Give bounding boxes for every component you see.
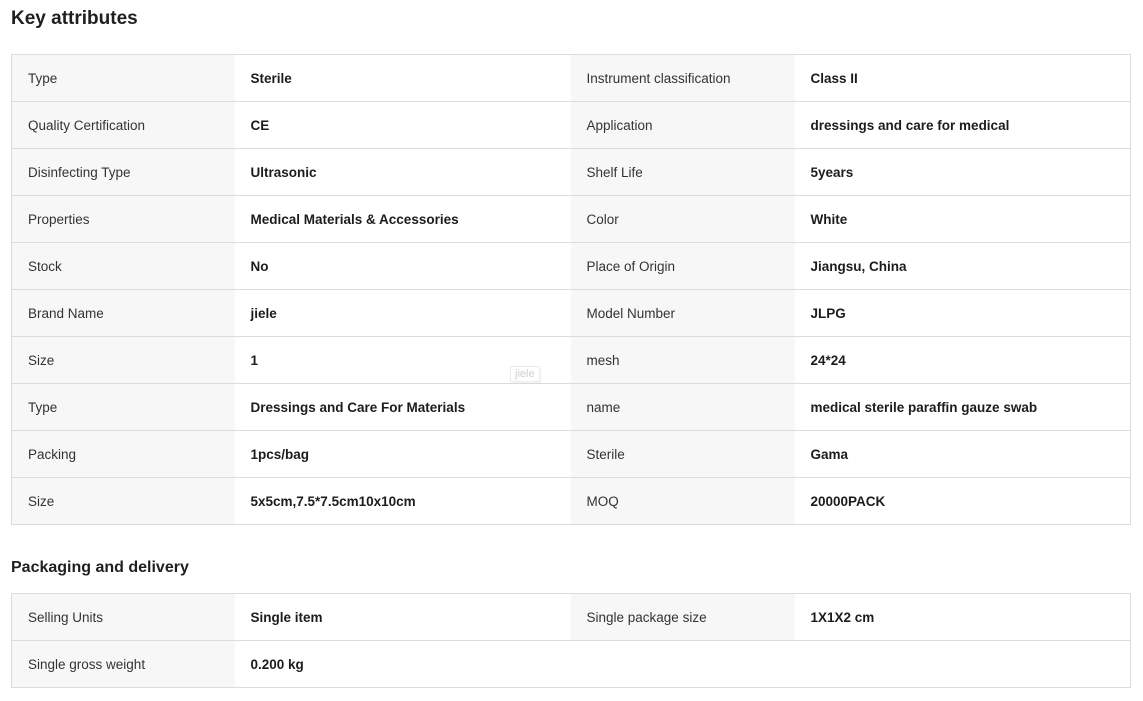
attribute-value: Single item: [234, 593, 571, 641]
attribute-value: Medical Materials & Accessories: [234, 195, 571, 243]
attribute-value: 5x5cm,7.5*7.5cm10x10cm: [234, 477, 571, 525]
table-row: Type Dressings and Care For Materials na…: [11, 383, 1131, 431]
attribute-label: MOQ: [570, 477, 795, 525]
attribute-label: Quality Certification: [11, 101, 235, 149]
attribute-value: 20000PACK: [794, 477, 1131, 525]
brand-watermark: jiele: [510, 366, 540, 382]
attribute-value: JLPG: [794, 289, 1131, 337]
attribute-label: Type: [11, 383, 235, 431]
attribute-value: dressings and care for medical: [794, 101, 1131, 149]
attribute-label: Brand Name: [11, 289, 235, 337]
table-row: Properties Medical Materials & Accessori…: [11, 195, 1131, 243]
table-row: Disinfecting Type Ultrasonic Shelf Life …: [11, 148, 1131, 196]
attribute-value: Sterile: [234, 54, 571, 102]
attribute-label: Size: [11, 336, 235, 384]
attribute-label: Stock: [11, 242, 235, 290]
empty-cell: [570, 640, 1131, 688]
attribute-label: mesh: [570, 336, 795, 384]
attribute-value: Gama: [794, 430, 1131, 478]
attribute-label: Shelf Life: [570, 148, 795, 196]
attribute-label: Packing: [11, 430, 235, 478]
attribute-value: 1X1X2 cm: [794, 593, 1131, 641]
attribute-value: medical sterile paraffin gauze swab: [794, 383, 1131, 431]
attribute-label: Selling Units: [11, 593, 235, 641]
table-row: Single gross weight 0.200 kg: [11, 640, 1131, 688]
attribute-label: Model Number: [570, 289, 795, 337]
attribute-value: 0.200 kg: [234, 640, 571, 688]
attribute-label: Application: [570, 101, 795, 149]
attribute-value: 5years: [794, 148, 1131, 196]
attribute-value: 24*24: [794, 336, 1131, 384]
table-row: Size 1 mesh 24*24: [11, 336, 1131, 384]
attribute-label: name: [570, 383, 795, 431]
attribute-label: Disinfecting Type: [11, 148, 235, 196]
attribute-value: 1pcs/bag: [234, 430, 571, 478]
attribute-label: Instrument classification: [570, 54, 795, 102]
key-attributes-title: Key attributes: [11, 8, 138, 29]
attribute-value: Ultrasonic: [234, 148, 571, 196]
table-row: Quality Certification CE Application dre…: [11, 101, 1131, 149]
attribute-value: CE: [234, 101, 571, 149]
table-row: Size 5x5cm,7.5*7.5cm10x10cm MOQ 20000PAC…: [11, 477, 1131, 525]
table-row: Selling Units Single item Single package…: [11, 593, 1131, 641]
attribute-label: Properties: [11, 195, 235, 243]
key-attributes-table: Type Sterile Instrument classification C…: [11, 54, 1131, 525]
table-row: Type Sterile Instrument classification C…: [11, 54, 1131, 102]
attribute-label: Type: [11, 54, 235, 102]
attribute-value: No: [234, 242, 571, 290]
attribute-label: Size: [11, 477, 235, 525]
attribute-value: Class II: [794, 54, 1131, 102]
packaging-delivery-title: Packaging and delivery: [11, 559, 189, 576]
attribute-value: White: [794, 195, 1131, 243]
table-row: Stock No Place of Origin Jiangsu, China: [11, 242, 1131, 290]
packaging-delivery-table: Selling Units Single item Single package…: [11, 593, 1131, 688]
attribute-value: Dressings and Care For Materials: [234, 383, 571, 431]
attribute-value: jiele: [234, 289, 571, 337]
attribute-label: Single package size: [570, 593, 795, 641]
attribute-label: Sterile: [570, 430, 795, 478]
attribute-value: Jiangsu, China: [794, 242, 1131, 290]
table-row: Brand Name jiele Model Number JLPG: [11, 289, 1131, 337]
attribute-label: Single gross weight: [11, 640, 235, 688]
attribute-label: Place of Origin: [570, 242, 795, 290]
attribute-label: Color: [570, 195, 795, 243]
table-row: Packing 1pcs/bag Sterile Gama: [11, 430, 1131, 478]
